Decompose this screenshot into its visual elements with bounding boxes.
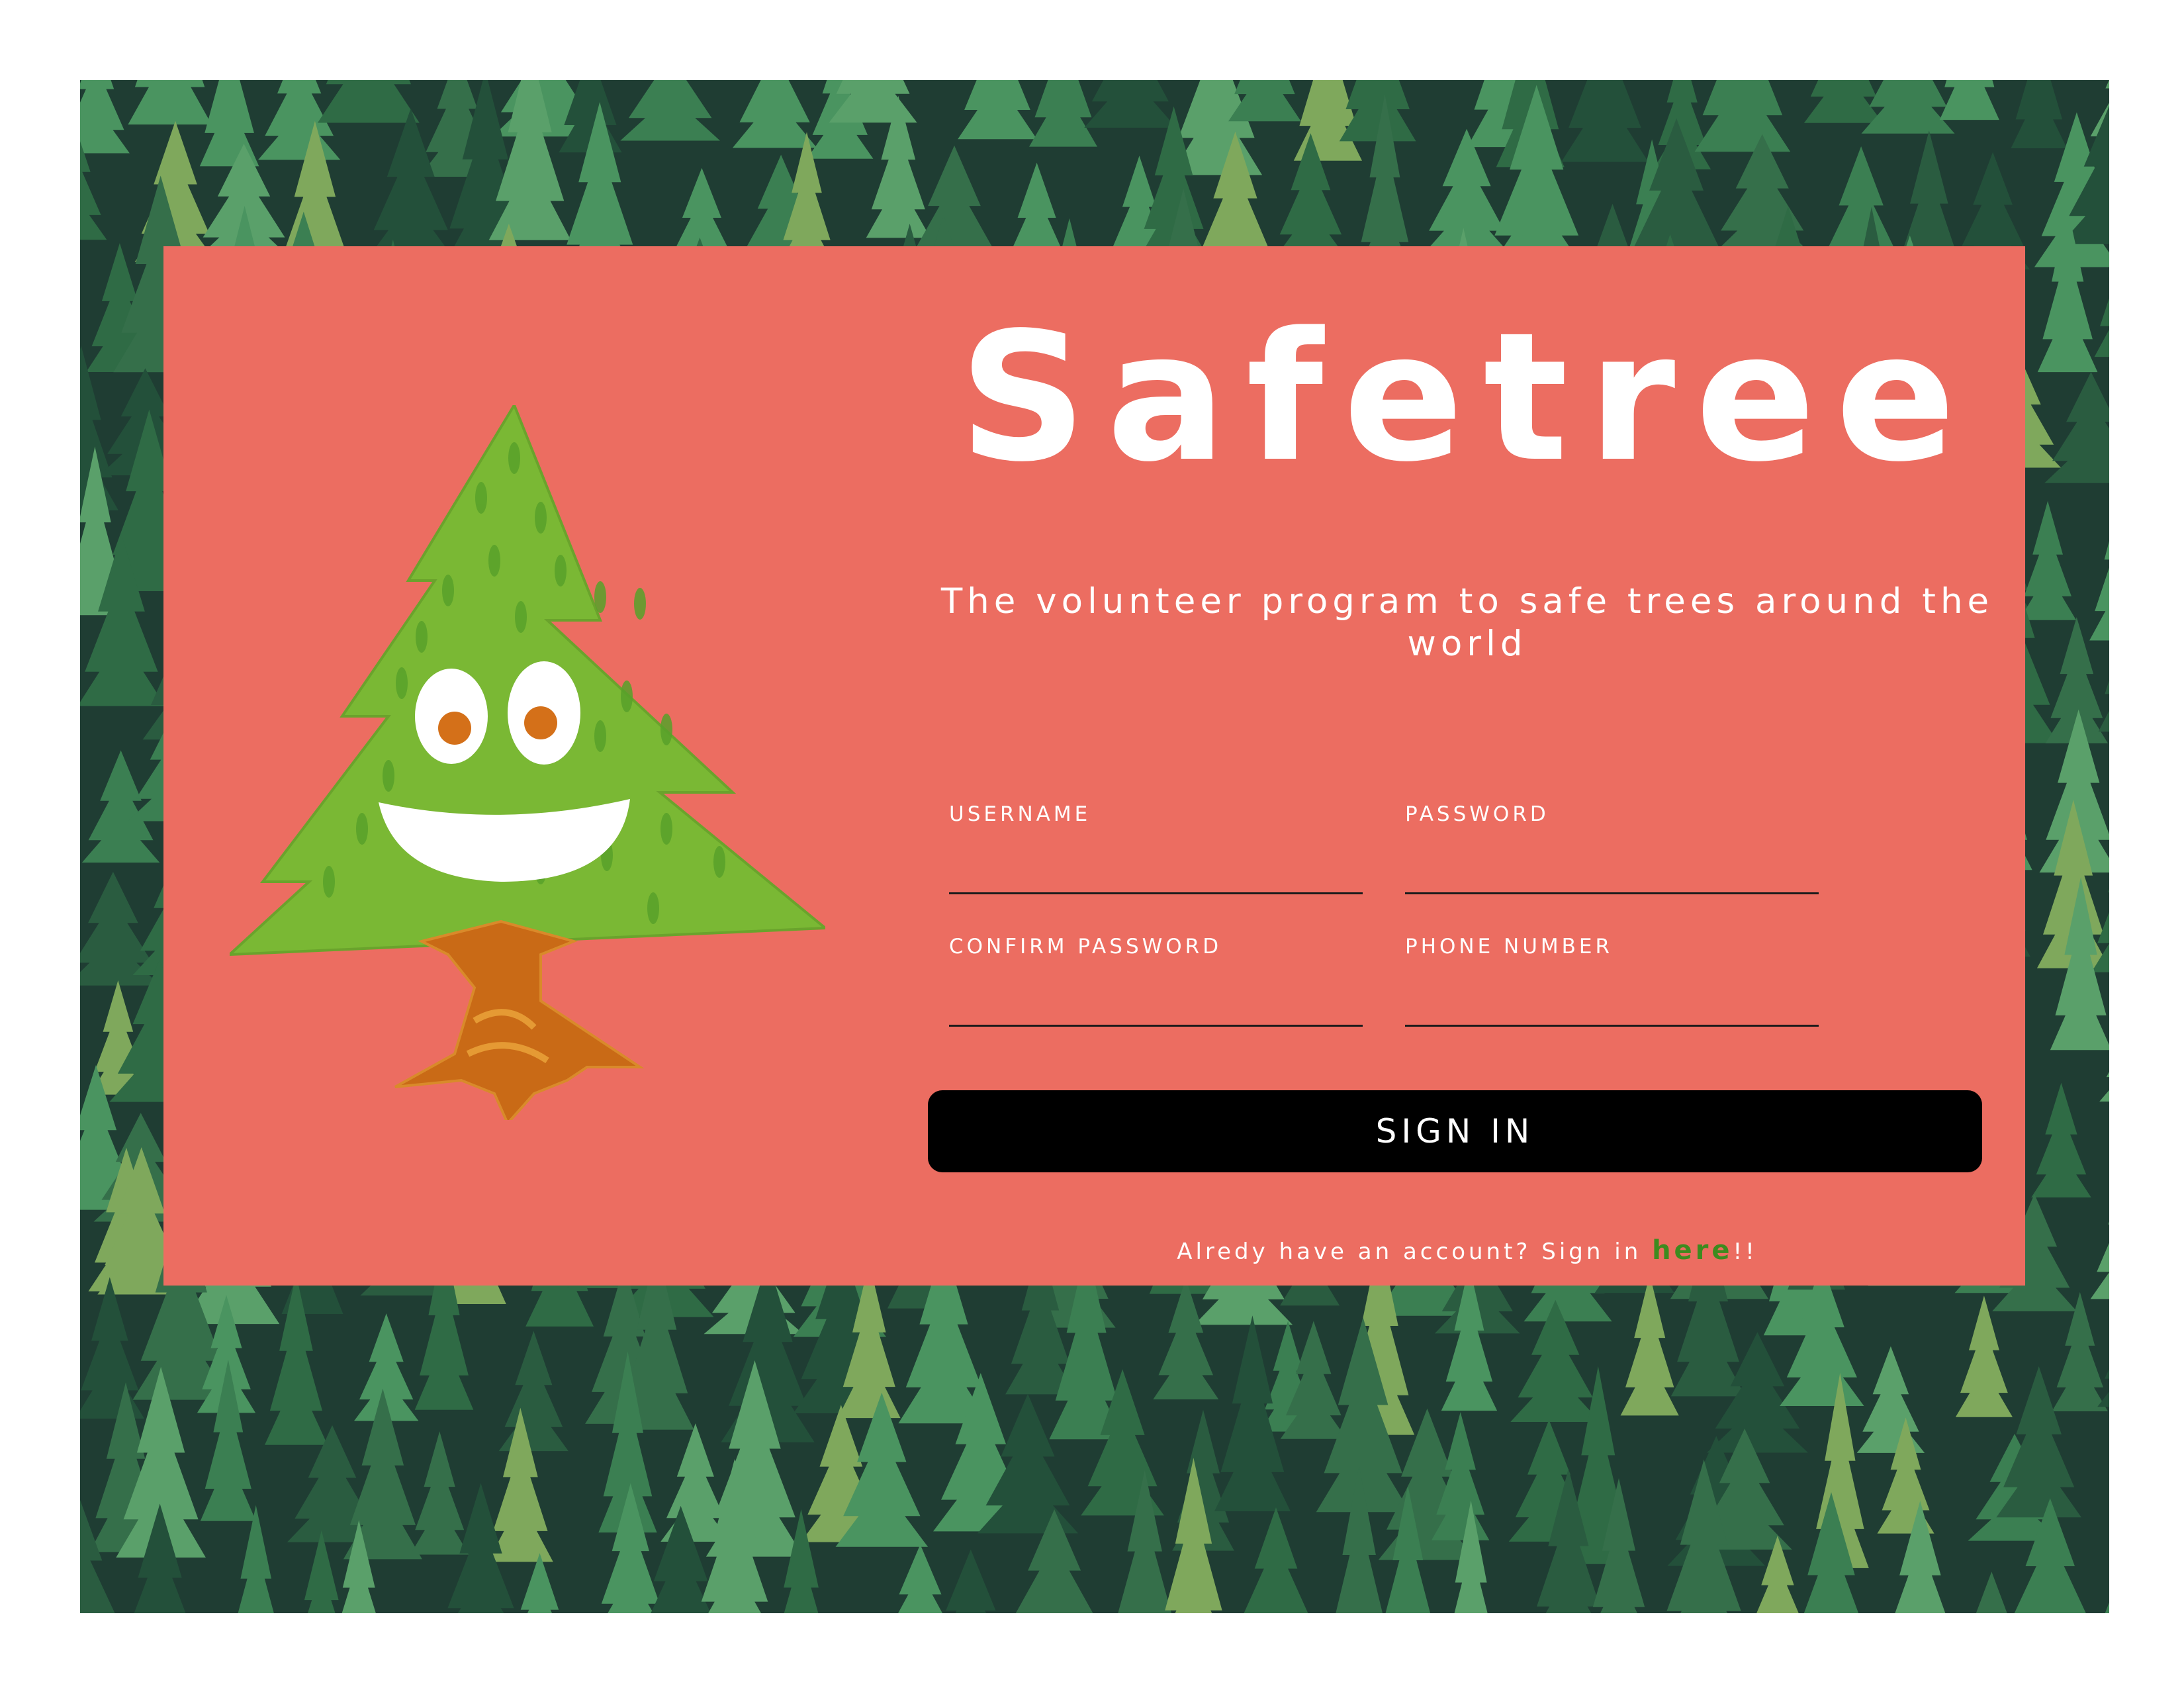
username-field-group: USERNAME [949, 801, 1363, 894]
pine-tree-shape [2090, 1221, 2109, 1299]
pine-tree-shape [1084, 80, 1177, 128]
confirm-password-label: CONFIRM PASSWORD [949, 935, 1222, 959]
pine-tree-shape [601, 1483, 660, 1613]
sign-in-here-link[interactable]: here [1652, 1235, 1733, 1266]
pine-tree-shape [1561, 80, 1649, 162]
phone-number-label: PHONE NUMBER [1405, 935, 1614, 959]
signup-card: Safetree The volunteer program to safe t… [163, 246, 2025, 1286]
pine-tree-shape [1694, 80, 1791, 152]
pine-tree-shape [2019, 500, 2077, 620]
phone-number-input[interactable] [1405, 992, 1819, 1027]
pine-tree-shape [1939, 80, 1999, 120]
pine-tree-shape [2105, 1602, 2109, 1613]
pine-tree-shape [1293, 80, 1362, 161]
existing-account-suffix: !! [1733, 1239, 1758, 1265]
password-input[interactable] [1405, 859, 1819, 894]
pine-tree-shape [1029, 80, 1097, 147]
confirm-password-input[interactable] [949, 992, 1363, 1027]
pine-tree-shape [80, 80, 130, 154]
password-field-group: PASSWORD [1405, 801, 1819, 894]
trunk [394, 919, 645, 1126]
pine-tree-shape [958, 80, 1037, 140]
existing-account-note: Alredy have an account? Sign in here!! [938, 1236, 1997, 1266]
pine-tree-shape [238, 1505, 274, 1613]
pine-tree-shape [2011, 80, 2068, 148]
pine-tree-shape [128, 80, 212, 125]
tree-mascot-icon [226, 402, 829, 1126]
pine-tree-shape [620, 80, 720, 141]
pine-tree-shape [732, 80, 817, 148]
pine-tree-shape [199, 80, 259, 167]
password-label: PASSWORD [1405, 802, 1549, 826]
username-input[interactable] [949, 859, 1363, 894]
confirm-password-field-group: CONFIRM PASSWORD [949, 933, 1363, 1027]
app-tagline: The volunteer program to safe trees arou… [940, 581, 1994, 664]
pine-tree-shape [304, 1530, 339, 1613]
pine-tree-shape [1421, 128, 1512, 257]
username-label: USERNAME [949, 802, 1091, 826]
pine-tree-shape [898, 1544, 942, 1613]
pine-tree-shape [1856, 1346, 1925, 1453]
pine-tree-shape [1244, 1507, 1308, 1613]
pine-tree-shape [946, 1549, 996, 1613]
phone-number-field-group: PHONE NUMBER [1405, 933, 1819, 1027]
sign-in-button[interactable]: SIGN IN [928, 1090, 1982, 1172]
pine-tree-shape [317, 80, 420, 123]
pine-tree-shape [520, 1553, 559, 1613]
pine-tree-shape [2031, 1082, 2091, 1197]
app-title: Safetree [958, 295, 1976, 501]
pine-tree-shape [410, 1431, 469, 1555]
pine-tree-shape [1861, 80, 1955, 134]
pine-tree-shape [498, 1331, 569, 1452]
pine-tree-shape [2089, 541, 2109, 641]
pine-tree-shape [1620, 1274, 1679, 1416]
pine-tree-shape [1976, 1571, 2007, 1613]
pine-tree-shape [1803, 80, 1883, 123]
pine-tree-shape [1955, 1295, 2013, 1417]
existing-account-text: Alredy have an account? Sign in [1177, 1239, 1653, 1265]
